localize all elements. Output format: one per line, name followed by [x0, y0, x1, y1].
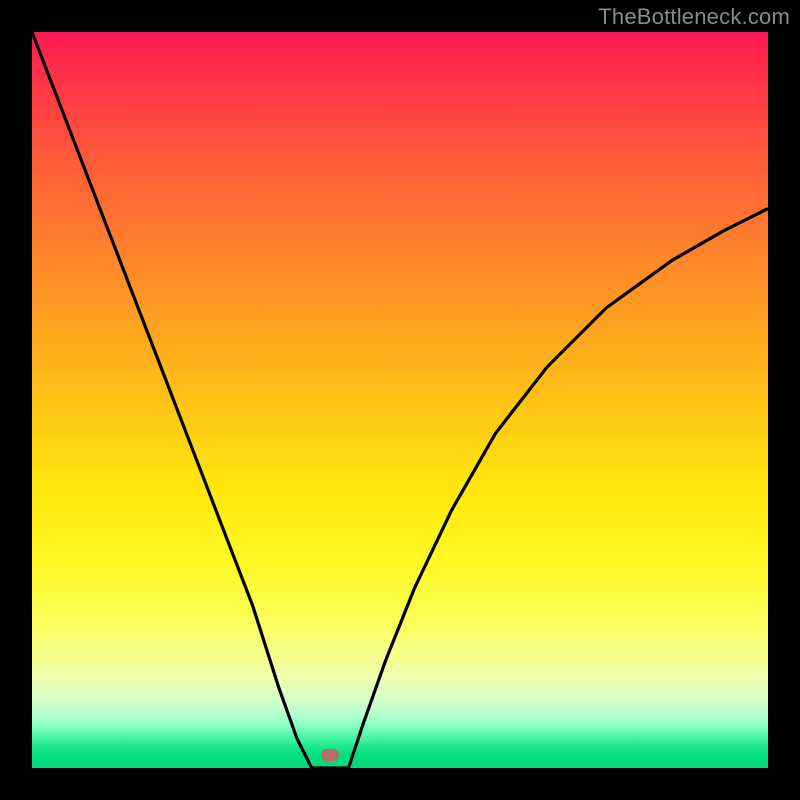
- curve-path: [32, 32, 768, 768]
- optimal-marker: [321, 749, 339, 761]
- watermark-text: TheBottleneck.com: [598, 4, 790, 30]
- chart-frame: TheBottleneck.com: [0, 0, 800, 800]
- bottleneck-curve: [32, 32, 768, 768]
- plot-area: [32, 32, 768, 768]
